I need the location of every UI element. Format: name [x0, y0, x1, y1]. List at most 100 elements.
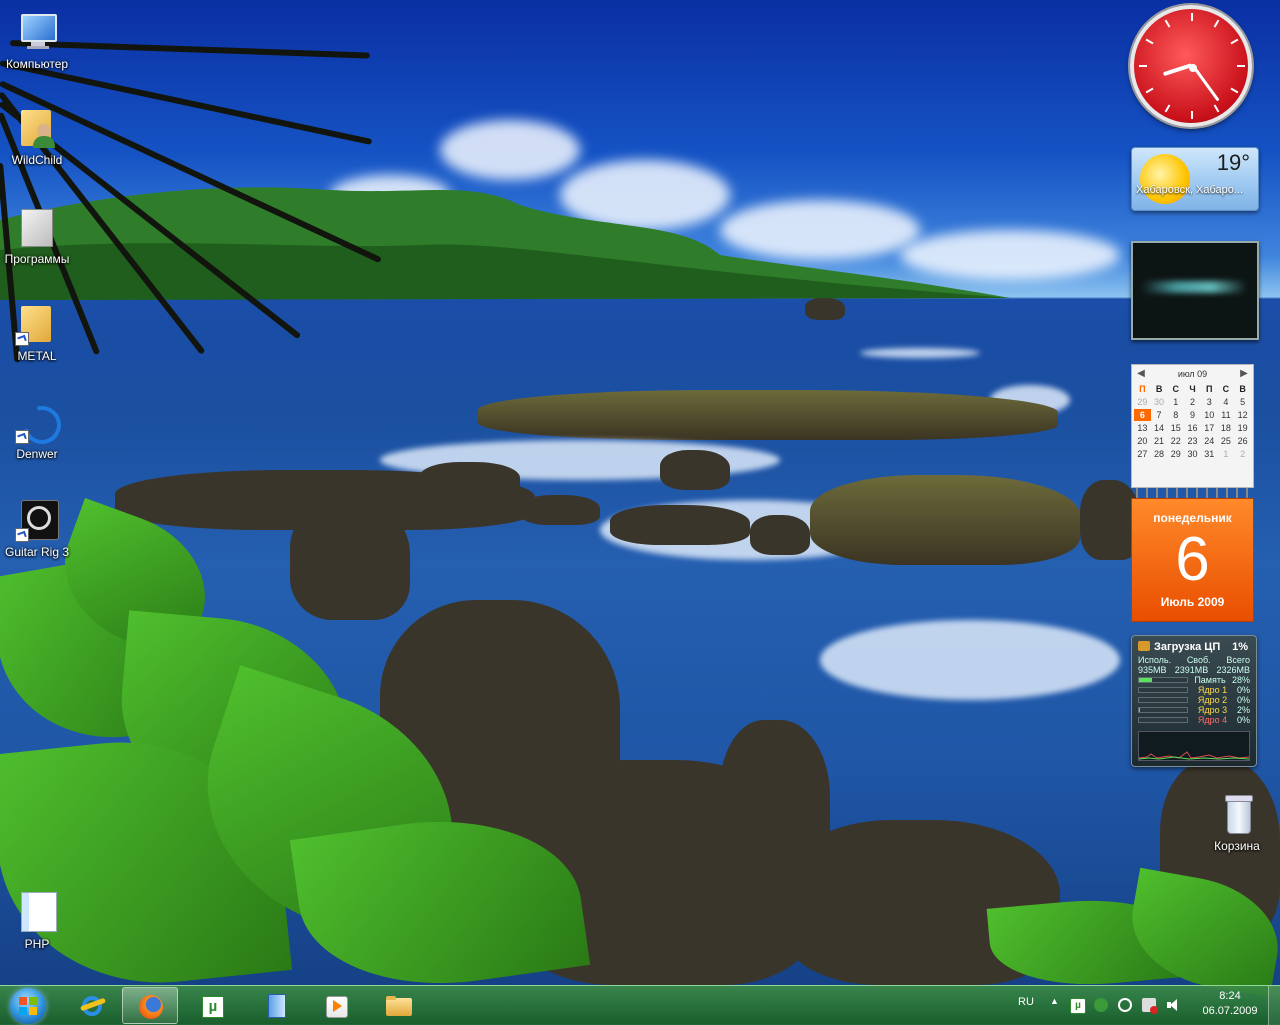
- calendar-day-cell[interactable]: 11: [1218, 409, 1235, 421]
- document-taskbar-button[interactable]: [248, 987, 304, 1024]
- calendar-day-cell[interactable]: 30: [1151, 396, 1168, 408]
- slideshow-image: [1141, 281, 1247, 293]
- cpu-memory-headers: Исполь. Своб. Всего: [1132, 655, 1256, 665]
- calendar-day-cell[interactable]: 15: [1167, 422, 1184, 434]
- calendar-day-cell[interactable]: 4: [1218, 396, 1235, 408]
- clock-center-pin: [1189, 64, 1197, 72]
- calendar-day-cell[interactable]: 7: [1151, 409, 1168, 421]
- calendar-day-cell[interactable]: 6: [1134, 409, 1151, 421]
- cpu-row-label: Ядро 4: [1197, 715, 1228, 725]
- calendar-next-month-icon[interactable]: ▶: [1237, 365, 1251, 383]
- calendar-weekday-header: В: [1155, 384, 1163, 394]
- memory-value-used: 935MB: [1138, 665, 1167, 675]
- utorrent-tray-icon[interactable]: µ: [1070, 998, 1086, 1014]
- programs-icon: [15, 205, 59, 249]
- calendar-day-cell[interactable]: 12: [1234, 409, 1251, 421]
- memory-value-total: 2326MB: [1216, 665, 1250, 675]
- explorer-taskbar-button[interactable]: [370, 987, 426, 1024]
- cpu-row-value: 0%: [1236, 695, 1250, 705]
- calendar-day-cell[interactable]: 27: [1134, 448, 1151, 460]
- calendar-day-cell[interactable]: 16: [1184, 422, 1201, 434]
- show-hidden-icons-arrow-icon[interactable]: ▲: [1050, 996, 1059, 1006]
- calendar-day-cell[interactable]: 28: [1151, 448, 1168, 460]
- desktop-icon-label: Корзина: [1214, 839, 1260, 853]
- taskbar-clock-date[interactable]: 06.07.2009: [1200, 1005, 1260, 1017]
- calendar-day-cell[interactable]: 3: [1201, 396, 1218, 408]
- calendar-day-cell[interactable]: 19: [1234, 422, 1251, 434]
- memory-header-free: Своб.: [1186, 655, 1211, 665]
- cpu-title: Загрузка ЦП: [1154, 641, 1221, 653]
- memory-header-used: Исполь.: [1138, 655, 1172, 665]
- memory-header-total: Всего: [1226, 655, 1250, 665]
- cpu-row-label: Ядро 3: [1197, 705, 1228, 715]
- clock-hour-tick: [1145, 87, 1154, 94]
- desktop-icon-programs[interactable]: Программы: [0, 205, 74, 266]
- calendar-gadget[interactable]: ◀ июл 09 ▶ П В С Ч П С В 29 30 1 2 3 4 5 6 7 8 9 10 11 12 13 1…: [1131, 364, 1254, 622]
- calendar-day-cell[interactable]: 9: [1184, 409, 1201, 421]
- calendar-day-cell[interactable]: 26: [1234, 435, 1251, 447]
- desktop-icon-metal[interactable]: METAL: [0, 302, 74, 363]
- utorrent-taskbar-button[interactable]: µ: [184, 987, 240, 1024]
- cpu-row-label: Ядро 2: [1197, 695, 1228, 705]
- calendar-day-cell[interactable]: 21: [1151, 435, 1168, 447]
- media-player-taskbar-button[interactable]: [308, 987, 364, 1024]
- media-player-icon: [324, 994, 348, 1018]
- cpu-chip-icon: [1138, 641, 1150, 651]
- calendar-day-cell[interactable]: 1: [1167, 396, 1184, 408]
- show-desktop-button[interactable]: [1268, 986, 1280, 1025]
- calendar-day-cell[interactable]: 5: [1234, 396, 1251, 408]
- calendar-day-cell[interactable]: 1: [1218, 448, 1235, 460]
- clock-hour-tick: [1191, 111, 1193, 119]
- calendar-day-cell[interactable]: 14: [1151, 422, 1168, 434]
- clock-hour-tick: [1191, 13, 1193, 21]
- desktop-icon-label: METAL: [17, 349, 57, 363]
- network-status-tray-icon[interactable]: [1118, 998, 1132, 1012]
- calendar-day-cell[interactable]: 22: [1167, 435, 1184, 447]
- taskbar-clock-time[interactable]: 8:24: [1200, 990, 1260, 1002]
- cpu-usage-row: Ядро 4 0%: [1132, 715, 1256, 725]
- weather-gadget[interactable]: 19° Хабаровск, Хабаро...: [1131, 147, 1259, 211]
- calendar-prev-month-icon[interactable]: ◀: [1134, 365, 1148, 383]
- antivirus-tray-icon[interactable]: [1094, 998, 1108, 1012]
- calendar-day-cell[interactable]: 13: [1134, 422, 1151, 434]
- cpu-history-graph: [1138, 731, 1250, 761]
- calendar-day-number: 6: [1175, 525, 1210, 594]
- start-button[interactable]: [3, 986, 55, 1025]
- language-indicator[interactable]: RU: [1018, 996, 1034, 1008]
- volume-speaker-icon[interactable]: [1166, 998, 1180, 1012]
- calendar-day-cell[interactable]: 17: [1201, 422, 1218, 434]
- network-disconnected-tray-icon[interactable]: [1142, 998, 1158, 1014]
- calendar-day-cell[interactable]: 30: [1184, 448, 1201, 460]
- calendar-day-cell[interactable]: 10: [1201, 409, 1218, 421]
- calendar-day-cell[interactable]: 2: [1234, 448, 1251, 460]
- firefox-taskbar-button[interactable]: [122, 987, 178, 1024]
- calendar-day-cell[interactable]: 20: [1134, 435, 1151, 447]
- calendar-day-cell[interactable]: 29: [1167, 448, 1184, 460]
- calendar-day-cell[interactable]: 24: [1201, 435, 1218, 447]
- calendar-day-cell[interactable]: 23: [1184, 435, 1201, 447]
- desktop-icon-php[interactable]: PHP: [0, 890, 74, 951]
- ie-taskbar-button[interactable]: [64, 987, 120, 1024]
- calendar-day-cell[interactable]: 8: [1167, 409, 1184, 421]
- desktop-icon-denwer[interactable]: Denwer: [0, 399, 74, 461]
- calendar-day-cell[interactable]: 2: [1184, 396, 1201, 408]
- clock-gadget[interactable]: [1130, 5, 1252, 127]
- slideshow-gadget[interactable]: [1131, 241, 1259, 340]
- cpu-usage-bar: [1138, 677, 1188, 683]
- clock-hour-hand: [1162, 63, 1193, 77]
- denwer-icon: [15, 399, 68, 451]
- cpu-meter-gadget[interactable]: Загрузка ЦП 1% Исполь. Своб. Всего 935MB…: [1131, 635, 1257, 767]
- desktop-icon-recycle-bin[interactable]: Корзина: [1200, 792, 1274, 853]
- desktop-icon-wildchild[interactable]: WildChild: [0, 106, 74, 167]
- calendar-day-cell[interactable]: 31: [1201, 448, 1218, 460]
- calendar-day-cell[interactable]: 29: [1134, 396, 1151, 408]
- cpu-usage-row: Ядро 2 0%: [1132, 695, 1256, 705]
- calendar-day-cell[interactable]: 18: [1218, 422, 1235, 434]
- cpu-usage-rows: Память 28% Ядро 1 0% Ядро 2 0% Ядро 3 2% Ядро 4 0…: [1132, 675, 1256, 725]
- cpu-row-value: 0%: [1236, 685, 1250, 695]
- desktop-icon-computer[interactable]: Компьютер: [0, 10, 74, 71]
- desktop-icon-guitar-rig[interactable]: Guitar Rig 3: [0, 498, 74, 559]
- calendar-day-cell[interactable]: 25: [1218, 435, 1235, 447]
- clock-hour-tick: [1230, 38, 1239, 45]
- calendar-weekday-header: Ч: [1189, 384, 1196, 394]
